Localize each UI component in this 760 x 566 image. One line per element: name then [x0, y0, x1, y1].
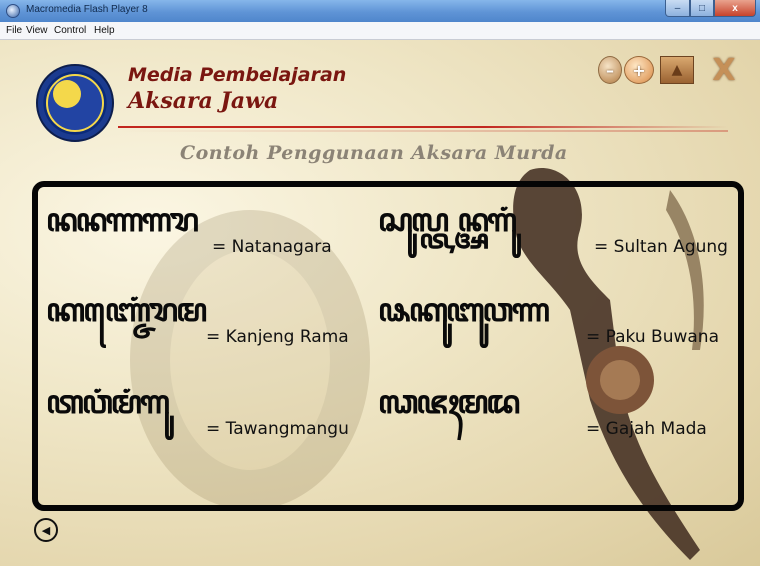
university-logo — [36, 64, 114, 142]
latin-text: = Natanagara — [212, 237, 332, 257]
latin-text: = Kanjeng Rama — [206, 327, 349, 347]
menu-control[interactable]: Control — [54, 25, 86, 36]
example-row: ꦓꦗꦃꦩꦢ = Gajah Mada — [378, 383, 738, 447]
zoom-out-button[interactable]: – — [598, 56, 622, 84]
app-title-line1: Media Pembelajaran — [128, 64, 347, 86]
back-arrow-icon: ◀ — [41, 523, 51, 537]
title-bar[interactable]: Macromedia Flash Player 8 – □ x — [0, 0, 760, 22]
menu-view[interactable]: View — [26, 25, 48, 36]
javanese-text: ꦦꦏꦸꦧꦸꦮꦟ — [378, 291, 550, 329]
home-button[interactable]: ▲ — [660, 56, 694, 84]
close-x-icon: X — [712, 52, 736, 88]
example-row: ꦏꦚ꧀ꦗꦺꦁꦫꦩ = Kanjeng Rama — [46, 291, 376, 355]
flash-player-icon — [6, 4, 20, 18]
app-title-line2: Aksara Jawa — [128, 88, 279, 114]
javanese-text: ꦱꦸꦭ꧀ꦠꦤ꧀ꦄꦒꦸꦁ — [378, 201, 517, 239]
minus-icon: – — [606, 60, 614, 80]
exit-button[interactable]: X — [704, 52, 744, 88]
window-title: Macromedia Flash Player 8 — [26, 4, 148, 15]
javanese-text: ꦤꦤꦟꦒꦫ — [46, 201, 199, 239]
menu-bar: File View Control Help — [0, 22, 760, 40]
latin-text: = Sultan Agung — [594, 237, 728, 257]
examples-panel: ꦤꦤꦟꦒꦫ = Natanagara ꦱꦸꦭ꧀ꦠꦤ꧀ꦄꦒꦸꦁ = Sultan … — [32, 181, 744, 511]
app-window: Macromedia Flash Player 8 – □ x File Vie… — [0, 0, 760, 566]
plus-icon: + — [632, 60, 646, 80]
javanese-text: ꦓꦗꦃꦩꦢ — [378, 383, 520, 421]
zoom-in-button[interactable]: + — [624, 56, 654, 84]
section-title: Contoh Penggunaan Aksara Murda — [180, 142, 568, 164]
example-row: ꦱꦸꦭ꧀ꦠꦤ꧀ꦄꦒꦸꦁ = Sultan Agung — [378, 201, 738, 265]
back-button[interactable]: ◀ — [34, 518, 58, 542]
header-divider — [118, 126, 728, 128]
header-divider-shadow — [118, 130, 728, 132]
maximize-button[interactable]: □ — [690, 0, 714, 17]
javanese-text: ꦏꦚ꧀ꦗꦺꦁꦫꦩ — [46, 291, 207, 329]
javanese-text: ꦠꦮꦁꦩꦁꦒꦸ — [46, 383, 170, 421]
menu-file[interactable]: File — [6, 25, 22, 36]
home-icon: ▲ — [671, 62, 683, 78]
window-controls: – □ x — [665, 0, 756, 18]
example-row: ꦦꦏꦸꦧꦸꦮꦟ = Paku Buwana — [378, 291, 738, 355]
latin-text: = Tawangmangu — [206, 419, 349, 439]
example-row: ꦤꦤꦟꦒꦫ = Natanagara — [46, 201, 376, 265]
latin-text: = Paku Buwana — [586, 327, 720, 347]
example-row: ꦠꦮꦁꦩꦁꦒꦸ = Tawangmangu — [46, 383, 376, 447]
close-button[interactable]: x — [714, 0, 756, 17]
minimize-button[interactable]: – — [665, 0, 690, 17]
flash-stage: Media Pembelajaran Aksara Jawa – + ▲ X C… — [0, 40, 760, 566]
menu-help[interactable]: Help — [94, 25, 115, 36]
latin-text: = Gajah Mada — [586, 419, 707, 439]
